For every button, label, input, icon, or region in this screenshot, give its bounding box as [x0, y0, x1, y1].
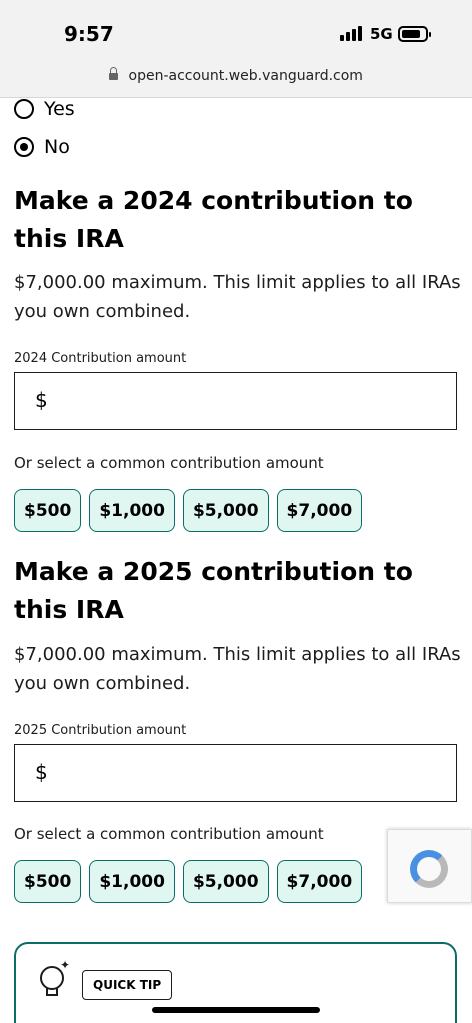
contribution-input-2024[interactable]: $ [14, 372, 457, 430]
radio-label-no: No [44, 136, 70, 158]
radio-button-no[interactable] [14, 137, 34, 157]
amount-5000-button[interactable]: $5,000 [182, 489, 269, 532]
amount-5000-button[interactable]: $5,000 [182, 860, 269, 903]
amount-500-button[interactable]: $500 [14, 489, 82, 532]
radio-button-yes[interactable] [14, 99, 34, 119]
section-title-2025: Make a 2025 contribution to this IRA [14, 557, 413, 624]
section-description-2025: $7,000.00 maximum. This limit applies to… [14, 644, 461, 694]
currency-symbol: $ [35, 388, 48, 412]
amount-options-2025: $500 $1,000 $5,000 $7,000 [14, 860, 363, 903]
home-indicator [152, 1007, 320, 1013]
contribution-label-2025: 2025 Contribution amount [14, 723, 187, 738]
amount-500-button[interactable]: $500 [14, 860, 82, 903]
radio-label-yes: Yes [44, 98, 75, 120]
radio-option-no[interactable]: No [14, 136, 70, 158]
signal-icon [340, 26, 362, 41]
network-label: 5G [370, 25, 393, 43]
radio-option-yes[interactable]: Yes [14, 98, 75, 120]
amount-7000-button[interactable]: $7,000 [276, 860, 363, 903]
url-text: open-account.web.vanguard.com [128, 68, 363, 84]
lock-icon [109, 67, 119, 80]
helper-text-2025: Or select a common contribution amount [14, 825, 324, 843]
sparkle-icon: ✦ [60, 958, 71, 972]
recaptcha-badge[interactable] [387, 829, 472, 903]
lightbulb-icon [40, 966, 64, 996]
status-bar: 9:57 5G [0, 0, 472, 60]
currency-symbol: $ [35, 760, 48, 784]
section-description-2024: $7,000.00 maximum. This limit applies to… [14, 272, 461, 322]
section-title-2024: Make a 2024 contribution to this IRA [14, 186, 413, 253]
amount-1000-button[interactable]: $1,000 [89, 489, 175, 532]
battery-icon [398, 26, 431, 42]
amount-options-2024: $500 $1,000 $5,000 $7,000 [14, 489, 363, 532]
quick-tip-badge: QUICK TIP [82, 970, 173, 1000]
amount-7000-button[interactable]: $7,000 [276, 489, 363, 532]
recaptcha-icon [410, 850, 448, 888]
amount-1000-button[interactable]: $1,000 [89, 860, 175, 903]
contribution-label-2024: 2024 Contribution amount [14, 351, 187, 366]
contribution-input-2025[interactable]: $ [14, 744, 457, 802]
browser-url-bar[interactable]: open-account.web.vanguard.com [0, 60, 472, 98]
helper-text-2024: Or select a common contribution amount [14, 454, 324, 472]
status-time: 9:57 [64, 22, 114, 46]
